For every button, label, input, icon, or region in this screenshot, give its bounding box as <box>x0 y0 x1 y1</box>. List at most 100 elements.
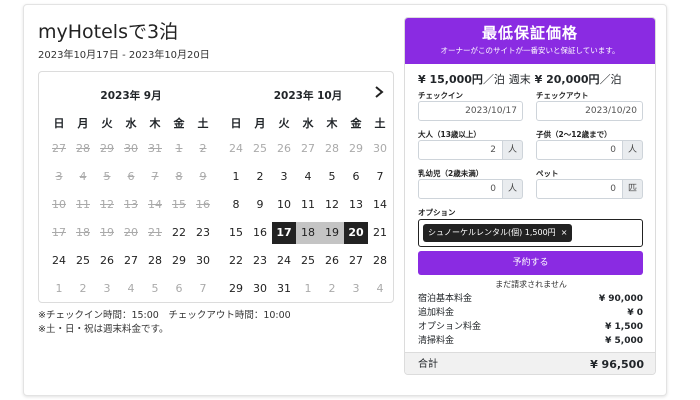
calendar-day[interactable]: 3 <box>272 166 296 188</box>
chevron-right-icon[interactable] <box>371 84 387 102</box>
close-icon[interactable]: × <box>561 224 568 242</box>
calendar-day-outside[interactable]: 1 <box>47 278 71 300</box>
infants-label: 乳幼児（2歳未満） <box>418 169 484 178</box>
calendar-day[interactable]: 25 <box>296 250 320 272</box>
calendar-day-outside[interactable]: 28 <box>320 138 344 160</box>
calendar-day[interactable]: 5 <box>320 166 344 188</box>
options-multiselect[interactable]: シュノーケルレンタル(個) 1,500円 × <box>418 219 643 247</box>
calendar-day[interactable]: 4 <box>296 166 320 188</box>
weekday-label: 日 <box>230 117 242 130</box>
checkout-label: チェックアウト <box>536 91 589 100</box>
calendar-week: 27 28 29 30 31 1 2 <box>47 138 215 160</box>
calendar-day-outside[interactable]: 2 <box>320 278 344 300</box>
calendar-day[interactable]: 10 <box>272 194 296 216</box>
calendar-day-disabled: 18 <box>76 226 90 239</box>
calendar-day[interactable]: 26 <box>95 250 119 272</box>
calendar-day[interactable]: 15 <box>224 222 248 244</box>
fee-row: 追加料金 ¥ 0 <box>418 306 643 320</box>
calendar-day-outside[interactable]: 1 <box>296 278 320 300</box>
calendar-day-checkout[interactable]: 20 <box>344 222 368 244</box>
page-title: myHotelsで3泊 <box>38 21 179 43</box>
reserve-button[interactable]: 予約する <box>418 251 643 275</box>
calendar-day[interactable]: 16 <box>248 222 272 244</box>
calendar-day[interactable]: 14 <box>368 194 392 216</box>
calendar-day-in-range[interactable]: 19 <box>320 222 344 244</box>
calendar-day[interactable]: 24 <box>47 250 71 272</box>
calendar-day[interactable]: 30 <box>191 250 215 272</box>
calendar-day-outside[interactable]: 4 <box>119 278 143 300</box>
calendar-day-outside[interactable]: 3 <box>95 278 119 300</box>
calendar-day-outside[interactable]: 3 <box>344 278 368 300</box>
calendar-day[interactable]: 22 <box>167 222 191 244</box>
calendar-day-outside[interactable]: 7 <box>191 278 215 300</box>
calendar-day[interactable]: 26 <box>320 250 344 272</box>
calendar-day[interactable]: 8 <box>224 194 248 216</box>
calendar-day[interactable]: 7 <box>368 166 392 188</box>
calendar-day-disabled: 10 <box>52 198 66 211</box>
banner-subtitle: オーナーがこのサイトが一番安いと保証しています。 <box>440 46 620 55</box>
weekday-label: 土 <box>197 117 209 130</box>
calendar-day[interactable]: 28 <box>368 250 392 272</box>
infants-input[interactable]: 0 <box>418 179 503 199</box>
calendar-day[interactable]: 22 <box>224 250 248 272</box>
calendar-day[interactable]: 1 <box>224 166 248 188</box>
calendar-day[interactable]: 25 <box>71 250 95 272</box>
fee-row: 宿泊基本料金 ¥ 90,000 <box>418 292 643 306</box>
calendar-day-outside[interactable]: 5 <box>143 278 167 300</box>
calendar-day-outside[interactable]: 6 <box>167 278 191 300</box>
calendar-week: 24 25 26 27 28 29 30 <box>224 138 392 160</box>
calendar-day-disabled: 17 <box>52 226 66 239</box>
calendar-day[interactable]: 28 <box>143 250 167 272</box>
calendar-day[interactable]: 11 <box>296 194 320 216</box>
calendar-day-disabled: 3 <box>55 170 63 183</box>
calendar-day-outside[interactable]: 4 <box>368 278 392 300</box>
calendar-day-outside[interactable]: 29 <box>344 138 368 160</box>
calendar-week: 29 30 31 1 2 3 4 <box>224 278 392 300</box>
calendar-day[interactable]: 29 <box>167 250 191 272</box>
children-input[interactable]: 0 <box>536 140 623 160</box>
person-unit-label: 人 <box>623 140 643 160</box>
checkin-input[interactable]: 2023/10/17 <box>418 101 523 121</box>
weekday-label: 金 <box>173 117 185 130</box>
calendar-day[interactable]: 13 <box>344 194 368 216</box>
calendar-day[interactable]: 29 <box>224 278 248 300</box>
calendar-day[interactable]: 21 <box>368 222 392 244</box>
calendar-day[interactable]: 6 <box>344 166 368 188</box>
calendar-day[interactable]: 30 <box>248 278 272 300</box>
calendar-day[interactable]: 9 <box>248 194 272 216</box>
calendar-day-outside[interactable]: 26 <box>272 138 296 160</box>
calendar-day-outside[interactable]: 30 <box>368 138 392 160</box>
calendar-day-in-range[interactable]: 18 <box>296 222 320 244</box>
calendar-day-outside[interactable]: 27 <box>296 138 320 160</box>
stay-dates: 2023年10月17日 - 2023年10月20日 <box>38 50 210 61</box>
checkin-checkout-note: ※チェックイン時間：15:00 チェックアウト時間：10:00 <box>38 310 291 321</box>
calendar-day[interactable]: 31 <box>272 278 296 300</box>
calendar-day[interactable]: 23 <box>248 250 272 272</box>
calendar-day-disabled: 12 <box>100 198 114 211</box>
booking-page: myHotelsで3泊 2023年10月17日 - 2023年10月20日 20… <box>23 4 667 396</box>
calendar-day-disabled: 2 <box>199 142 207 155</box>
calendar-day-disabled: 19 <box>100 226 114 239</box>
weekday-label: 月 <box>77 117 89 130</box>
calendar-day-outside[interactable]: 2 <box>71 278 95 300</box>
checkout-input[interactable]: 2023/10/20 <box>536 101 643 121</box>
option-chip[interactable]: シュノーケルレンタル(個) 1,500円 × <box>423 224 573 242</box>
calendar-day[interactable]: 2 <box>248 166 272 188</box>
calendar-week: 1 2 3 4 5 6 7 <box>224 166 392 188</box>
calendar-day-disabled: 4 <box>79 170 87 183</box>
calendar-day-disabled: 5 <box>103 170 111 183</box>
calendar-day[interactable]: 27 <box>344 250 368 272</box>
calendar-day-outside[interactable]: 25 <box>248 138 272 160</box>
calendar-day[interactable]: 24 <box>272 250 296 272</box>
calendar-day[interactable]: 12 <box>320 194 344 216</box>
calendar-day[interactable]: 27 <box>119 250 143 272</box>
adults-input[interactable]: 2 <box>418 140 503 160</box>
calendar-day-outside[interactable]: 24 <box>224 138 248 160</box>
weekday-label: 金 <box>350 117 362 130</box>
month-title: 2023年 9月 <box>100 90 162 102</box>
pets-input[interactable]: 0 <box>536 179 623 199</box>
checkin-label: チェックイン <box>418 91 463 100</box>
calendar-day[interactable]: 23 <box>191 222 215 244</box>
calendar-day-checkin[interactable]: 17 <box>272 222 296 244</box>
children-label: 子供（2〜12歳まで） <box>536 130 612 139</box>
